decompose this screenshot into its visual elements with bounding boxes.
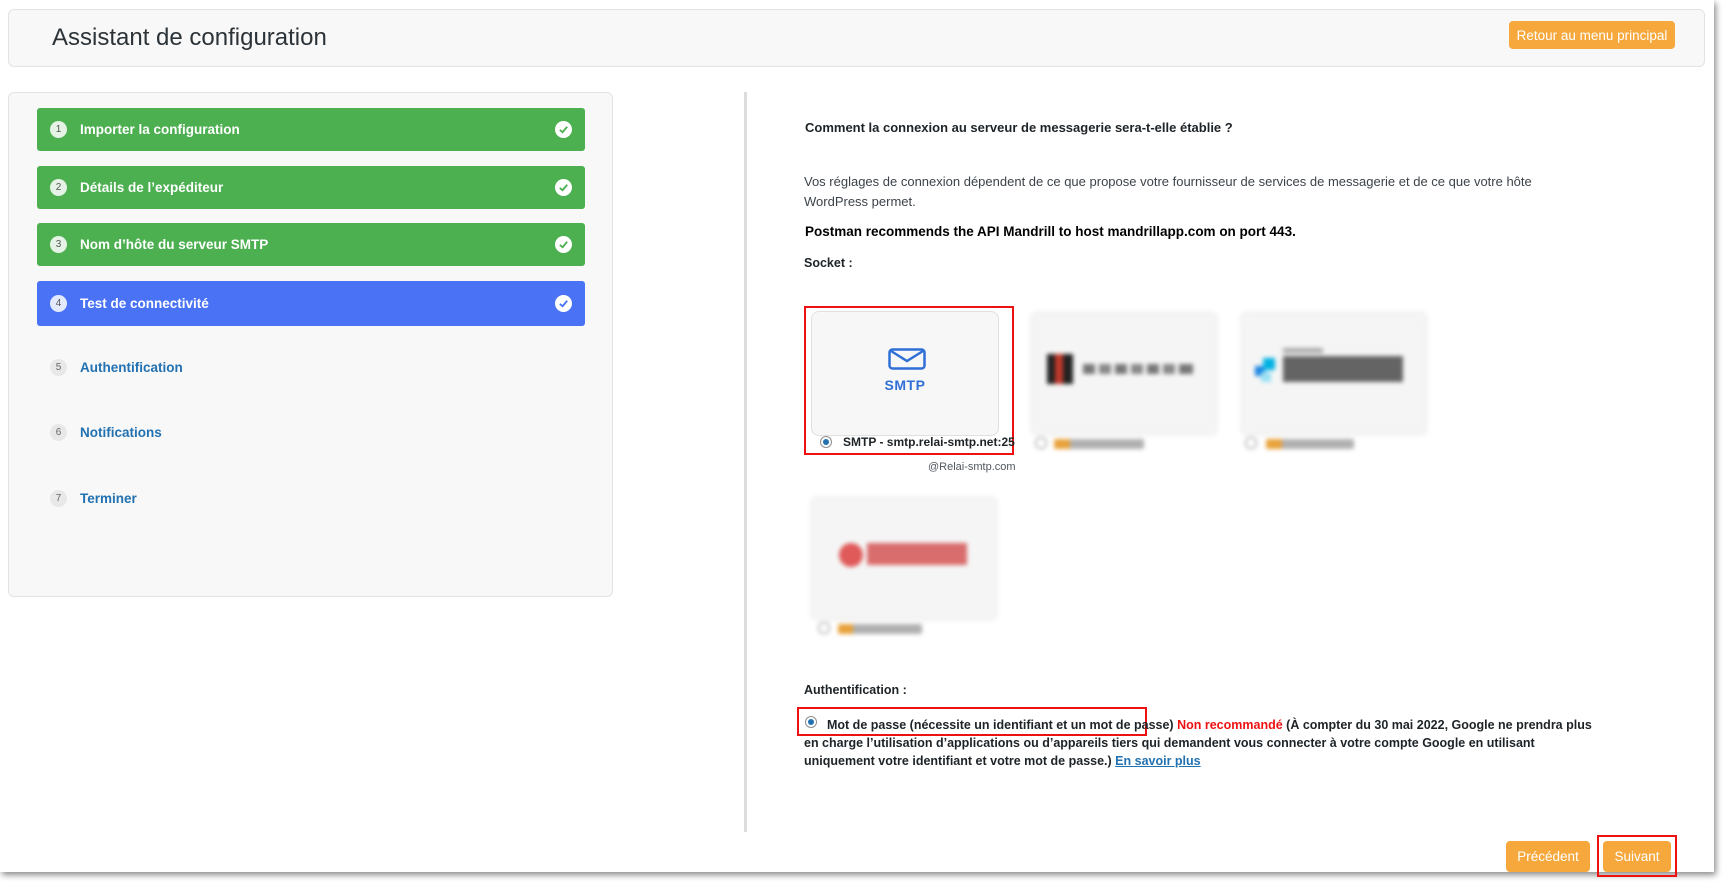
step-label: Importer la configuration [80,122,240,137]
mailgun-socket-radio[interactable] [818,622,830,634]
step-number: 6 [50,424,67,441]
checkmark-icon [555,179,572,196]
sendgrid-socket-card[interactable] [1240,311,1428,436]
recommendation-text: Postman recommends the API Mandrill to h… [805,224,1296,239]
authentication-label: Authentification : [804,683,907,697]
wizard-window: Assistant de configuration Retour au men… [0,0,1714,877]
smtp-card-label: SMTP [884,377,926,393]
mandrill-socket-radio[interactable] [1035,437,1047,449]
step-number: 3 [50,236,67,253]
step-label: Test de connectivité [80,296,209,311]
step-label: Terminer [80,491,137,506]
step-notifications[interactable]: 6 Notifications [37,411,585,454]
step-label: Authentification [80,360,183,375]
password-auth-option-label: Mot de passe (nécessite un identifiant e… [827,718,1174,732]
step-connectivity-test[interactable]: 4 Test de connectivité [37,281,585,326]
previous-button[interactable]: Précédent [1506,841,1590,872]
mailgun-socket-card[interactable] [810,496,998,621]
step-number: 7 [50,490,67,507]
checkmark-icon [555,236,572,253]
step-finish[interactable]: 7 Terminer [37,477,585,520]
password-auth-description: Mot de passe (nécessite un identifiant e… [804,716,1604,770]
mandrill-option-label [1054,439,1144,449]
smtp-provider-caption: @Relai-smtp.com [928,461,1016,473]
smtp-socket-radio[interactable] [820,436,832,448]
step-import-configuration[interactable]: 1 Importer la configuration [37,108,585,151]
checkmark-icon [555,295,572,312]
vertical-divider [744,92,747,832]
step-label: Détails de l’expéditeur [80,180,224,195]
smtp-socket-option-label: SMTP - smtp.relai-smtp.net:25 [843,435,1015,449]
sendgrid-option-label [1266,439,1354,449]
sendgrid-logo-icon [1255,348,1403,382]
step-number: 4 [50,295,67,312]
sendgrid-socket-radio[interactable] [1245,437,1257,449]
step-smtp-hostname[interactable]: 3 Nom d’hôte du serveur SMTP [37,223,585,266]
back-to-main-menu-button[interactable]: Retour au menu principal [1509,21,1675,49]
steps-sidebar: 1 Importer la configuration 2 Détails de… [8,92,613,597]
connection-question: Comment la connexion au serveur de messa… [805,120,1233,135]
step-number: 2 [50,179,67,196]
step-label: Nom d’hôte du serveur SMTP [80,237,269,252]
mandrill-logo-icon [1047,354,1193,384]
envelope-icon [888,348,926,375]
step-number: 1 [50,121,67,138]
step-label: Notifications [80,425,162,440]
page-title: Assistant de configuration [52,24,327,51]
step-number: 5 [50,359,67,376]
step-authentication[interactable]: 5 Authentification [37,346,585,389]
next-button[interactable]: Suivant [1603,841,1671,872]
mailgun-option-label [838,624,922,634]
checkmark-icon [555,121,572,138]
connection-description: Vos réglages de connexion dépendent de c… [804,174,1532,209]
socket-label: Socket : [804,256,853,270]
mandrill-socket-card[interactable] [1030,311,1218,436]
wizard-header: Assistant de configuration Retour au men… [8,9,1705,67]
step-sender-details[interactable]: 2 Détails de l’expéditeur [37,166,585,209]
mailgun-logo-icon [839,543,967,567]
learn-more-link[interactable]: En savoir plus [1115,754,1200,768]
smtp-socket-card[interactable]: SMTP [811,311,999,436]
not-recommended-warning: Non recommandé [1177,718,1283,732]
